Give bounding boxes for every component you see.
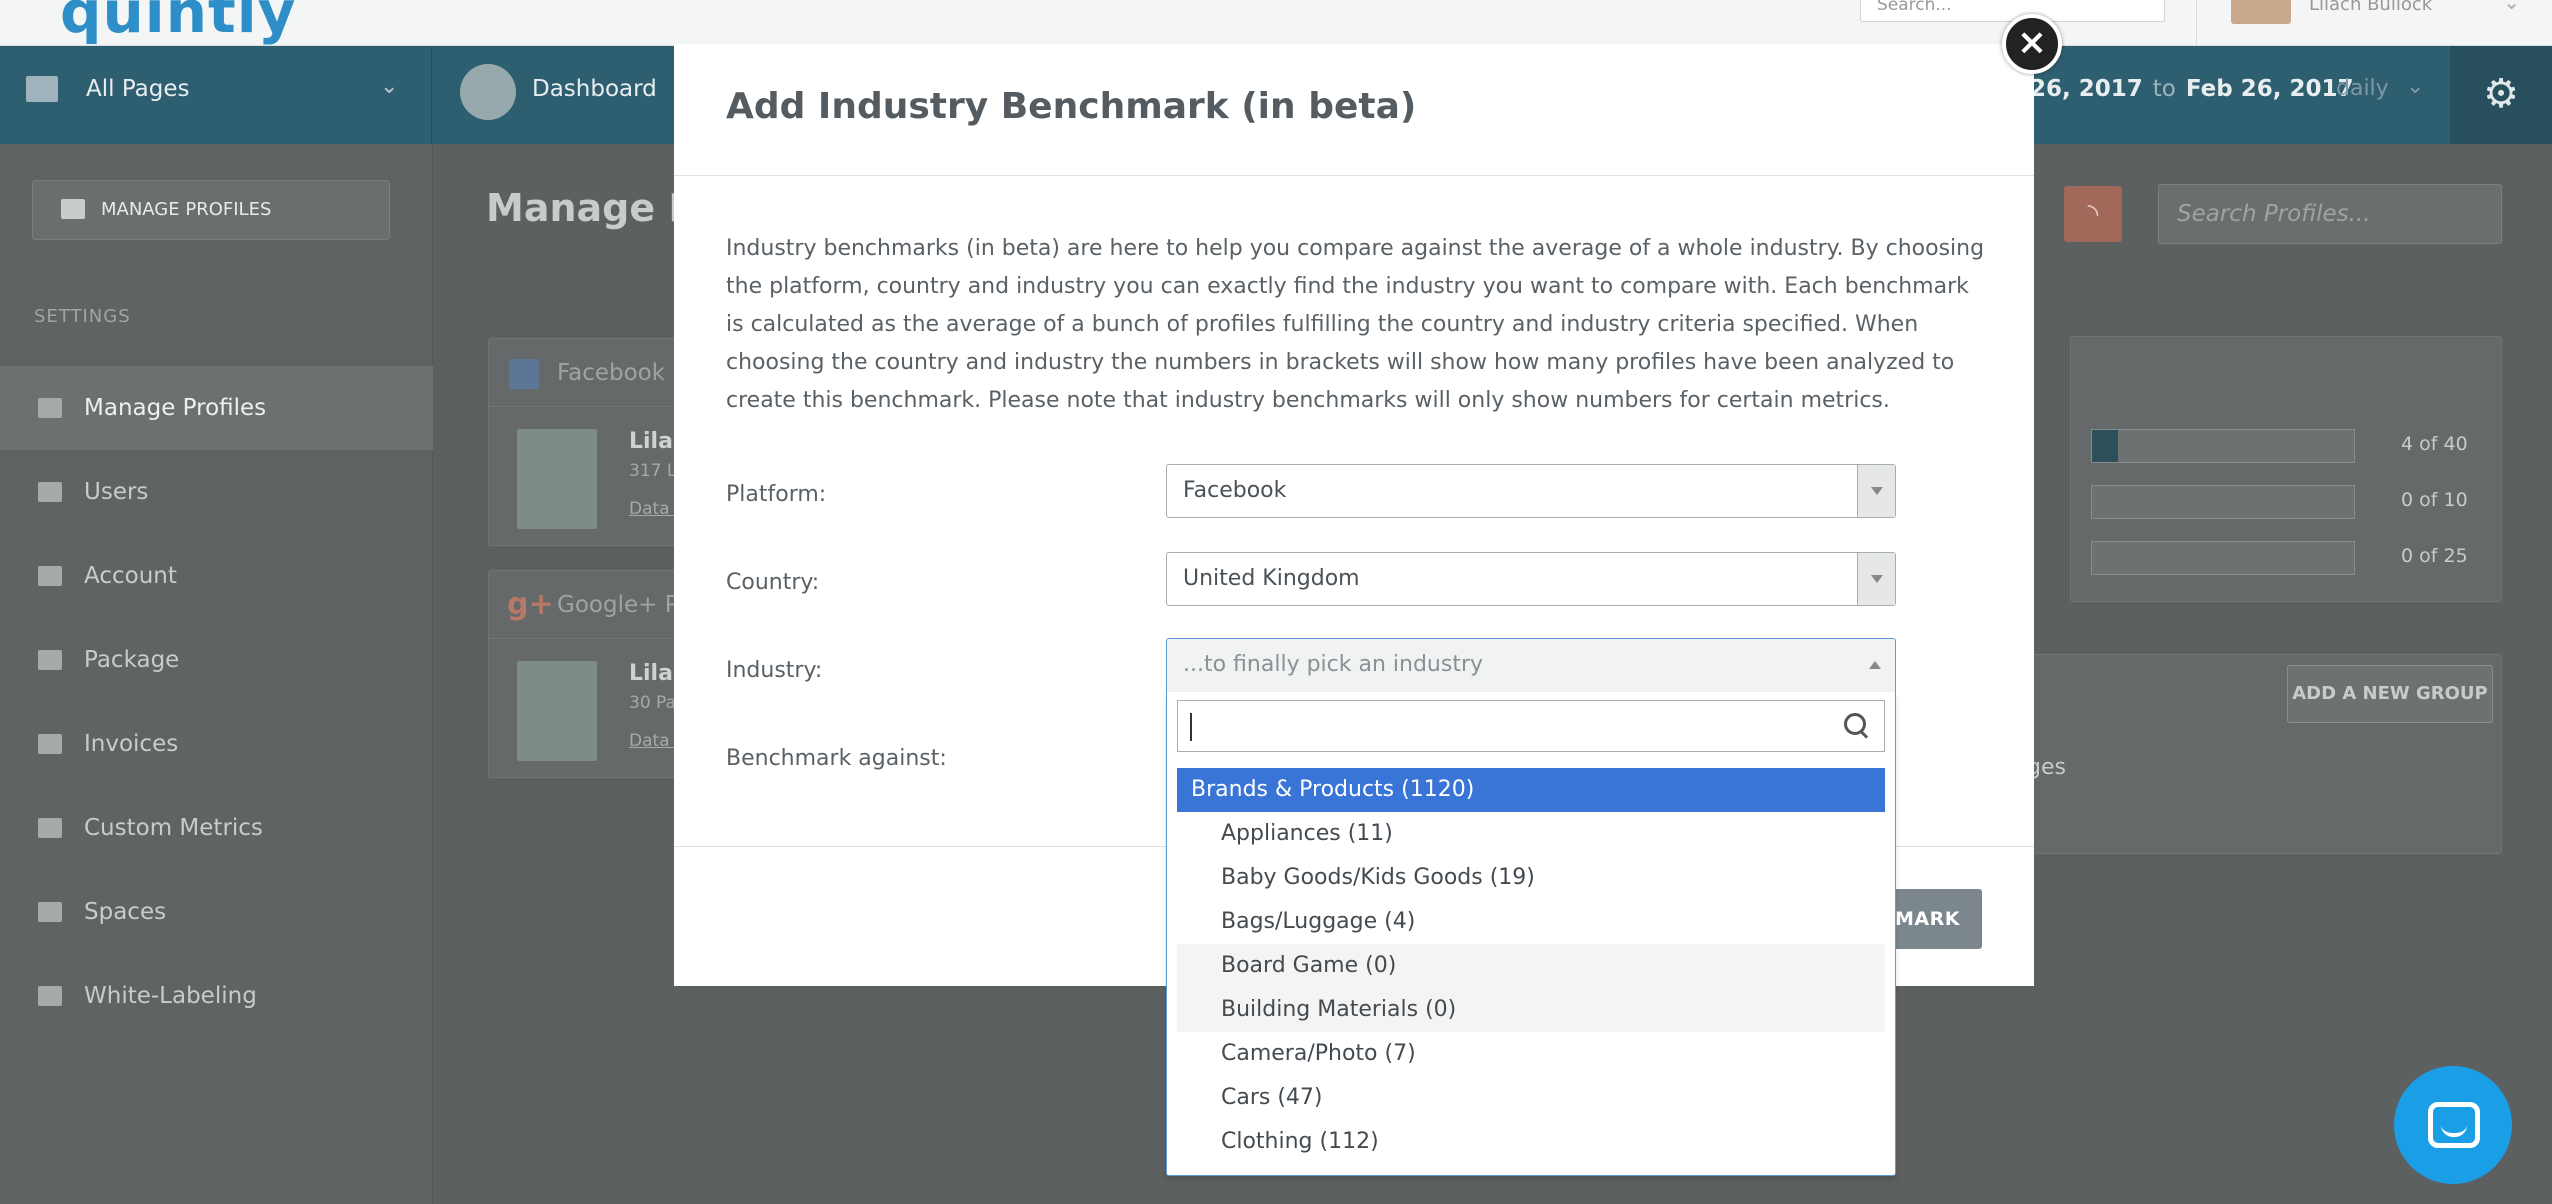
star-icon: [38, 818, 62, 838]
users-icon: [38, 482, 62, 502]
usage-count: 4 of 40: [2401, 433, 2468, 455]
chevron-up-icon[interactable]: [1869, 661, 1881, 669]
platform-select[interactable]: Facebook: [1166, 464, 1896, 518]
platform-label: Platform:: [726, 482, 827, 507]
industry-select[interactable]: ...to finally pick an industry: [1166, 638, 1896, 692]
spaces-icon: [38, 902, 62, 922]
industry-option[interactable]: Appliances (11): [1177, 812, 1885, 856]
benchmark-against-label: Benchmark against:: [726, 746, 947, 771]
close-icon[interactable]: ×: [2002, 14, 2062, 74]
card-header-label: Google+ Pa: [557, 592, 692, 618]
dashboard-icon[interactable]: [460, 64, 516, 120]
user-menu[interactable]: Lilach Bullock ⌄: [2196, 0, 2552, 46]
folder-icon: [26, 76, 58, 102]
account-icon: [38, 566, 62, 586]
modal-description: Industry benchmarks (in beta) are here t…: [726, 236, 1985, 413]
manage-profiles-label: MANAGE PROFILES: [101, 199, 272, 220]
sidebar-item-label: Custom Metrics: [84, 815, 263, 841]
sidebar-item-label: Invoices: [84, 731, 179, 757]
chevron-down-icon[interactable]: [1857, 465, 1895, 517]
user-name: Lilach Bullock: [2309, 0, 2433, 15]
industry-dropdown: Brands & Products (1120) Appliances (11)…: [1166, 692, 1896, 1176]
sidebar-item-spaces[interactable]: Spaces: [0, 870, 433, 954]
gear-icon[interactable]: ⚙: [2450, 46, 2552, 144]
search-icon: [1844, 713, 1870, 739]
usage-bar: [2091, 541, 2355, 575]
industry-option[interactable]: Cars (47): [1177, 1076, 1885, 1120]
all-pages-dropdown[interactable]: All Pages ⌄: [0, 46, 432, 144]
date-range[interactable]: 26, 2017 to Feb 26, 2017: [2030, 76, 2353, 102]
usage-bar-fill: [2092, 430, 2119, 462]
usage-count: 0 of 25: [2401, 545, 2468, 567]
industry-option-group[interactable]: Brands & Products (1120): [1177, 768, 1885, 812]
package-icon: [38, 650, 62, 670]
industry-option-list: Brands & Products (1120) Appliances (11)…: [1177, 768, 1885, 1164]
industry-option[interactable]: Camera/Photo (7): [1177, 1032, 1885, 1076]
top-search-input[interactable]: Search...: [1860, 0, 2165, 22]
sidebar-item-label: Package: [84, 647, 180, 673]
date-to-word: to: [2152, 76, 2176, 102]
google-plus-icon: g+: [507, 587, 554, 622]
industry-label: Industry:: [726, 658, 823, 683]
profile-sub: 30 Pa: [629, 693, 676, 713]
chevron-down-icon[interactable]: ⌄: [2503, 0, 2520, 14]
industry-option-disabled: Building Materials (0): [1177, 988, 1885, 1032]
usage-panel: 4 of 40 0 of 10 0 of 25: [2070, 336, 2502, 602]
avatar: [517, 429, 597, 529]
sidebar: MANAGE PROFILES SETTINGS Manage Profiles…: [0, 144, 433, 1204]
industry-search-input[interactable]: [1177, 700, 1885, 752]
rss-icon[interactable]: ◝: [2064, 186, 2122, 242]
industry-placeholder: ...to finally pick an industry: [1183, 652, 1484, 677]
avatar: [517, 661, 597, 761]
dashboard-link[interactable]: Dashboard: [532, 76, 657, 102]
sidebar-item-label: Manage Profiles: [84, 395, 267, 421]
industry-option-disabled: Board Game (0): [1177, 944, 1885, 988]
date-to: Feb 26, 2017: [2185, 76, 2354, 102]
settings-section-label: SETTINGS: [34, 306, 131, 327]
brush-icon: [38, 986, 62, 1006]
usage-bar: [2091, 485, 2355, 519]
invoices-icon: [38, 734, 62, 754]
chevron-down-icon: ⌄: [380, 74, 399, 99]
usage-count: 0 of 10: [2401, 489, 2468, 511]
industry-option[interactable]: Bags/Luggage (4): [1177, 900, 1885, 944]
sidebar-item-label: Spaces: [84, 899, 167, 925]
industry-option[interactable]: Baby Goods/Kids Goods (19): [1177, 856, 1885, 900]
sidebar-item-label: Account: [84, 563, 177, 589]
sidebar-item-manage-profiles[interactable]: Manage Profiles: [0, 366, 433, 450]
top-bar: quintly Search... Lilach Bullock ⌄: [0, 0, 2552, 46]
date-from: 26, 2017: [2030, 76, 2143, 102]
sidebar-item-account[interactable]: Account: [0, 534, 433, 618]
interval-select[interactable]: daily: [2336, 76, 2389, 101]
sidebar-item-invoices[interactable]: Invoices: [0, 702, 433, 786]
modal-header: Add Industry Benchmark (in beta): [674, 44, 2034, 176]
avatar: [2231, 0, 2291, 24]
add-group-button[interactable]: ADD A NEW GROUP: [2287, 665, 2493, 723]
sidebar-item-package[interactable]: Package: [0, 618, 433, 702]
facebook-icon: [509, 359, 539, 389]
profile-search-input[interactable]: Search Profiles...: [2158, 184, 2502, 244]
country-select[interactable]: United Kingdom: [1166, 552, 1896, 606]
platform-value: Facebook: [1183, 478, 1287, 503]
industry-option[interactable]: Clothing (112): [1177, 1120, 1885, 1164]
country-label: Country:: [726, 570, 820, 595]
chat-launcher-button[interactable]: [2394, 1066, 2512, 1184]
sidebar-item-white-labeling[interactable]: White-Labeling: [0, 954, 433, 1038]
chevron-down-icon[interactable]: ⌄: [2406, 74, 2424, 99]
manage-profiles-button[interactable]: MANAGE PROFILES: [32, 180, 390, 240]
chat-icon: [2428, 1102, 2480, 1148]
chevron-down-icon[interactable]: [1857, 553, 1895, 605]
sidebar-item-custom-metrics[interactable]: Custom Metrics: [0, 786, 433, 870]
all-pages-label: All Pages: [86, 76, 190, 102]
text-caret: [1190, 713, 1192, 741]
modal-title: Add Industry Benchmark (in beta): [726, 86, 1417, 127]
usage-bar: [2091, 429, 2355, 463]
sidebar-item-label: White-Labeling: [84, 983, 257, 1009]
country-value: United Kingdom: [1183, 566, 1360, 591]
profiles-icon: [38, 398, 62, 418]
sidebar-item-label: Users: [84, 479, 149, 505]
profiles-icon: [61, 199, 85, 219]
logo[interactable]: quintly: [60, 0, 296, 46]
sidebar-item-users[interactable]: Users: [0, 450, 433, 534]
